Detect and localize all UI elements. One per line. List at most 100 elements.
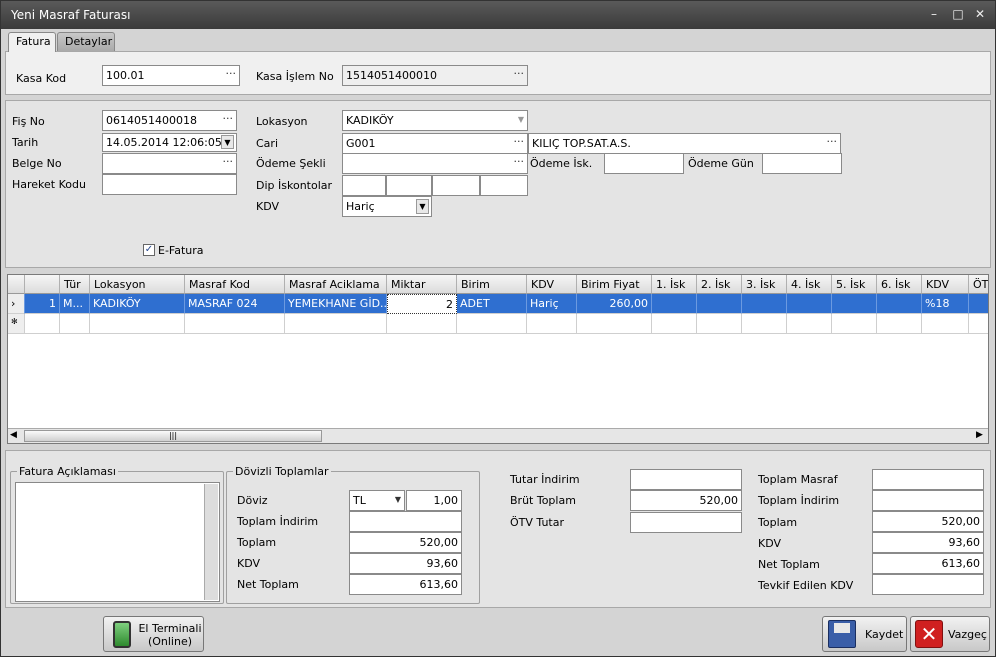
table-cell[interactable]	[60, 314, 90, 334]
table-cell[interactable]	[25, 314, 60, 334]
toplam-indirim-field[interactable]	[872, 490, 984, 511]
lookup-dots-icon[interactable]: ···	[514, 135, 525, 148]
table-cell[interactable]	[787, 294, 832, 314]
close-icon[interactable]: ✕	[971, 6, 989, 22]
chevron-down-icon[interactable]: ▼	[416, 199, 429, 214]
lokasyon-select[interactable]: KADIKÖY ▼	[342, 110, 528, 131]
hareket-kodu-field[interactable]	[102, 174, 237, 195]
table-cell[interactable]	[697, 294, 742, 314]
toplam-field[interactable]: 520,00	[872, 511, 984, 532]
table-cell[interactable]: Hariç	[527, 294, 577, 314]
table-cell[interactable]	[457, 314, 527, 334]
scroll-right-icon[interactable]: ▶	[976, 430, 983, 440]
lookup-dots-icon[interactable]: ···	[226, 67, 237, 80]
table-cell[interactable]: MASRAF 024	[185, 294, 285, 314]
column-header[interactable]: KDV	[922, 275, 969, 294]
cari-kod-field[interactable]: G001 ···	[342, 133, 528, 154]
kdv-total-field[interactable]: 93,60	[872, 532, 984, 553]
lookup-dots-icon[interactable]: ···	[223, 112, 234, 125]
el-terminali-button[interactable]: El Terminali (Online)	[103, 616, 204, 652]
table-cell[interactable]	[877, 314, 922, 334]
table-cell[interactable]	[577, 314, 652, 334]
dip-isk-4-field[interactable]	[480, 175, 528, 196]
scroll-thumb[interactable]: |||	[24, 430, 322, 442]
dovizli-kdv-field[interactable]: 93,60	[349, 553, 462, 574]
column-header[interactable]: 6. İsk	[877, 275, 922, 294]
dovizli-net-field[interactable]: 613,60	[349, 574, 462, 595]
tevkif-kdv-field[interactable]	[872, 574, 984, 595]
table-cell[interactable]	[527, 314, 577, 334]
chevron-down-icon[interactable]: ▼	[221, 135, 234, 149]
column-header[interactable]: Masraf Aciklama	[285, 275, 387, 294]
odeme-isk-field[interactable]	[604, 153, 684, 174]
column-header[interactable]: Lokasyon	[90, 275, 185, 294]
kur-field[interactable]: 1,00	[406, 490, 462, 511]
table-cell[interactable]	[387, 314, 457, 334]
table-cell[interactable]: KADIKÖY	[90, 294, 185, 314]
lookup-dots-icon[interactable]: ···	[827, 135, 838, 148]
vazgec-button[interactable]: ✕ Vazgeç	[910, 616, 990, 652]
tab-fatura[interactable]: Fatura	[8, 32, 56, 52]
column-header[interactable]	[25, 275, 60, 294]
kasa-islem-field[interactable]: 1514051400010 ···	[342, 65, 528, 86]
column-header[interactable]	[8, 275, 25, 294]
column-header[interactable]: 2. İsk	[697, 275, 742, 294]
maximize-icon[interactable]: □	[949, 6, 967, 22]
column-header[interactable]: Tür	[60, 275, 90, 294]
column-header[interactable]: KDV	[527, 275, 577, 294]
table-cell[interactable]	[832, 314, 877, 334]
column-header[interactable]: Birim Fiyat	[577, 275, 652, 294]
brut-toplam-field[interactable]: 520,00	[630, 490, 742, 511]
doviz-select[interactable]: TL ▼	[349, 490, 405, 511]
table-cell[interactable]	[90, 314, 185, 334]
tab-detaylar[interactable]: Detaylar	[57, 32, 115, 51]
column-header[interactable]: Birim	[457, 275, 527, 294]
table-cell[interactable]: M...	[60, 294, 90, 314]
table-cell[interactable]	[877, 294, 922, 314]
column-header[interactable]: 4. İsk	[787, 275, 832, 294]
table-cell[interactable]: YEMEKHANE GİD...	[285, 294, 387, 314]
column-header[interactable]: Masraf Kod	[185, 275, 285, 294]
dovizli-toplam-field[interactable]: 520,00	[349, 532, 462, 553]
table-cell[interactable]	[969, 314, 988, 334]
table-cell[interactable]: 1	[25, 294, 60, 314]
belge-no-field[interactable]: ···	[102, 153, 237, 174]
table-cell[interactable]	[787, 314, 832, 334]
table-cell[interactable]	[742, 314, 787, 334]
fis-no-field[interactable]: 0614051400018 ···	[102, 110, 237, 131]
chevron-down-icon[interactable]: ▼	[518, 115, 524, 124]
kaydet-button[interactable]: Kaydet	[822, 616, 907, 652]
otv-tutar-field[interactable]	[630, 512, 742, 533]
table-cell[interactable]	[832, 294, 877, 314]
table-cell[interactable]	[922, 314, 969, 334]
dip-isk-2-field[interactable]	[386, 175, 432, 196]
kasa-kod-field[interactable]: 100.01 ···	[102, 65, 240, 86]
table-cell[interactable]: ADET	[457, 294, 527, 314]
odeme-gun-field[interactable]	[762, 153, 842, 174]
minimize-icon[interactable]: –	[925, 6, 943, 22]
column-header[interactable]: 5. İsk	[832, 275, 877, 294]
table-cell[interactable]	[185, 314, 285, 334]
column-header[interactable]: 3. İsk	[742, 275, 787, 294]
dovizli-toplam-indirim-field[interactable]	[349, 511, 462, 532]
toplam-masraf-field[interactable]	[872, 469, 984, 490]
tutar-indirim-field[interactable]	[630, 469, 742, 490]
vertical-scrollbar[interactable]	[204, 484, 218, 600]
table-cell[interactable]	[652, 314, 697, 334]
net-toplam-field[interactable]: 613,60	[872, 553, 984, 574]
efatura-checkbox[interactable]: ✓	[143, 244, 155, 256]
table-cell[interactable]	[742, 294, 787, 314]
table-cell[interactable]: %18	[922, 294, 969, 314]
table-cell[interactable]	[285, 314, 387, 334]
odeme-sekli-field[interactable]: ···	[342, 153, 528, 174]
table-cell[interactable]	[652, 294, 697, 314]
horizontal-scrollbar[interactable]: ◀ ||| ▶	[8, 428, 988, 443]
lookup-dots-icon[interactable]: ···	[514, 67, 525, 80]
chevron-down-icon[interactable]: ▼	[395, 495, 401, 504]
tarih-field[interactable]: 14.05.2014 12:06:05 ▼	[102, 133, 237, 152]
dip-isk-3-field[interactable]	[432, 175, 480, 196]
lookup-dots-icon[interactable]: ···	[223, 155, 234, 168]
table-cell[interactable]	[697, 314, 742, 334]
new-row-icon[interactable]: ✻	[8, 314, 25, 334]
scroll-left-icon[interactable]: ◀	[10, 430, 17, 440]
